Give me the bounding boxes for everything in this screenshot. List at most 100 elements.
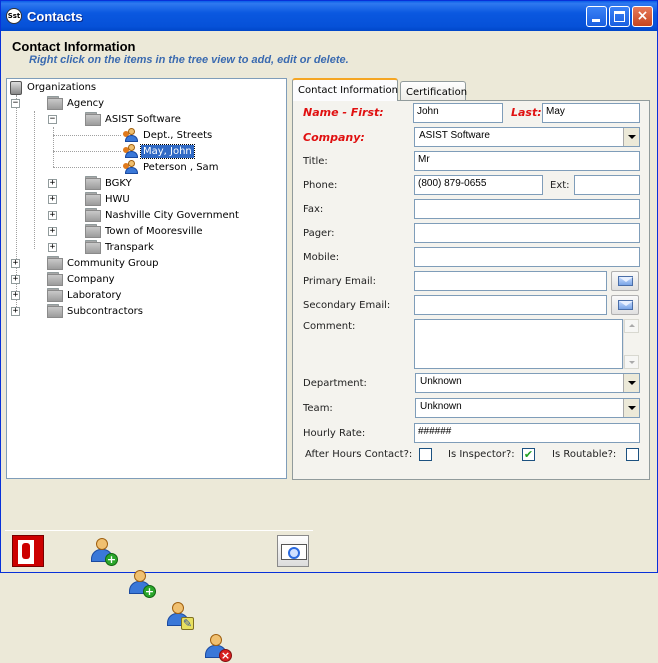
tree-node-label: BGKY [105, 178, 132, 189]
pager-input[interactable] [414, 223, 640, 243]
tree-node-contact[interactable]: Peterson , Sam [11, 160, 231, 176]
exit-figure [22, 543, 30, 559]
exit-button[interactable] [12, 535, 44, 567]
routable-checkbox[interactable] [626, 448, 639, 461]
tree-node-group[interactable]: + Subcontractors [11, 304, 231, 320]
close-button[interactable]: × [632, 6, 653, 27]
secondary-email-input[interactable] [414, 295, 607, 315]
tree-node-organization[interactable]: + Town of Mooresville [11, 224, 261, 240]
tree-node-asist-software[interactable]: − ASIST Software [11, 112, 231, 128]
secondary-email-label: Secondary Email: [303, 300, 391, 311]
tree-node-organization[interactable]: + HWU [11, 192, 261, 208]
add-contact-button[interactable]: + [87, 535, 119, 567]
minimize-button[interactable] [586, 6, 607, 27]
organization-tree[interactable]: Organizations − Agency − ASIST Software … [6, 78, 287, 479]
window-title: Contacts [27, 9, 83, 24]
tree-node-contact[interactable]: Dept., Streets [11, 128, 231, 144]
expand-icon[interactable]: + [11, 275, 20, 284]
expand-icon[interactable]: + [11, 291, 20, 300]
tree-node-organization[interactable]: + Transpark [11, 240, 261, 256]
company-select-value: ASIST Software [419, 130, 490, 141]
edit-user-button[interactable]: ✎ [163, 599, 195, 631]
company-label: Company: [303, 131, 365, 144]
tree-node-label: Agency [67, 98, 105, 109]
delete-user-button[interactable]: × [201, 631, 233, 663]
ext-input[interactable] [574, 175, 640, 195]
after-hours-checkbox[interactable] [419, 448, 432, 461]
tab-contact-information[interactable]: Contact Information [292, 78, 398, 101]
expand-icon[interactable]: + [48, 179, 57, 188]
chevron-down-icon[interactable] [623, 128, 639, 146]
primary-email-input[interactable] [414, 271, 607, 291]
contact-information-panel: Name - First: John Last: May Company: AS… [292, 100, 650, 480]
tree-node-organization[interactable]: + Nashville City Government [11, 208, 261, 224]
last-name-label: Last: [511, 106, 542, 119]
send-primary-email-button[interactable] [611, 271, 639, 291]
add-contact-head [96, 538, 108, 550]
tree-node-label: Laboratory [67, 290, 122, 301]
expand-icon[interactable]: + [48, 243, 57, 252]
tree-node-label: Community Group [67, 258, 159, 269]
tree-node-group[interactable]: + Laboratory [11, 288, 231, 304]
maximize-button[interactable] [609, 6, 630, 27]
ext-label: Ext: [550, 180, 570, 191]
tree-node-label: Subcontractors [67, 306, 144, 317]
tree-node-group[interactable]: + Community Group [11, 256, 231, 272]
tree-node-group[interactable]: + Company [11, 272, 231, 288]
scroll-down-icon[interactable] [624, 355, 639, 369]
tree-node-label: May, John [140, 144, 195, 159]
department-label: Department: [303, 378, 367, 389]
team-label: Team: [303, 403, 333, 414]
tree-node-contact-selected[interactable]: May, John [11, 144, 231, 160]
tree-node-agency[interactable]: − Agency [11, 96, 211, 112]
tree-node-root[interactable]: Organizations [9, 80, 209, 96]
folder-icon [47, 288, 63, 302]
expand-icon[interactable]: + [48, 195, 57, 204]
check-mark-icon: ✔ [523, 448, 534, 461]
page-title: Contact Information [12, 39, 136, 54]
hourly-rate-input[interactable]: ###### [414, 423, 640, 443]
page-subtitle: Right click on the items in the tree vie… [29, 54, 349, 66]
contacts-window: Sst Contacts × Contact Information Right… [0, 0, 658, 662]
last-name-input[interactable]: May [542, 103, 640, 123]
contact-icon [123, 128, 139, 142]
envelope-icon [618, 300, 633, 310]
tab-certification[interactable]: Certification [400, 81, 467, 101]
folder-icon [85, 208, 101, 222]
add-user-button[interactable]: + [125, 567, 157, 599]
expand-icon[interactable]: + [48, 227, 57, 236]
phone-input[interactable]: (800) 879-0655 [414, 175, 543, 195]
chevron-down-icon[interactable] [623, 374, 639, 392]
title-input[interactable]: Mr [414, 151, 640, 171]
expand-icon[interactable]: + [48, 211, 57, 220]
folder-icon [47, 272, 63, 286]
search-button[interactable] [277, 535, 309, 567]
tree-node-label: Peterson , Sam [143, 162, 219, 173]
tree-node-label: Dept., Streets [143, 130, 213, 141]
expand-icon[interactable]: + [11, 259, 20, 268]
company-select[interactable]: ASIST Software [414, 127, 640, 147]
team-select[interactable]: Unknown [415, 398, 640, 418]
folder-icon [85, 224, 101, 238]
first-name-input[interactable]: John [413, 103, 503, 123]
chevron-down-icon[interactable] [623, 399, 639, 417]
after-hours-label: After Hours Contact?: [305, 449, 413, 460]
department-select[interactable]: Unknown [415, 373, 640, 393]
expand-icon[interactable]: + [11, 307, 20, 316]
mobile-input[interactable] [414, 247, 640, 267]
comment-scrollbar[interactable] [623, 319, 639, 369]
collapse-icon[interactable]: − [11, 99, 20, 108]
comment-textarea[interactable] [414, 319, 623, 369]
title-label: Title: [303, 156, 328, 167]
mobile-label: Mobile: [303, 252, 340, 263]
minimize-icon [592, 19, 600, 22]
tree-node-label: HWU [105, 194, 130, 205]
title-bar[interactable]: Sst Contacts × [1, 1, 657, 31]
app-icon: Sst [6, 8, 22, 24]
tree-node-organization[interactable]: + BGKY [11, 176, 261, 192]
fax-input[interactable] [414, 199, 640, 219]
inspector-checkbox[interactable]: ✔ [522, 448, 535, 461]
scroll-up-icon[interactable] [624, 319, 639, 333]
send-secondary-email-button[interactable] [611, 295, 639, 315]
collapse-icon[interactable]: − [48, 115, 57, 124]
